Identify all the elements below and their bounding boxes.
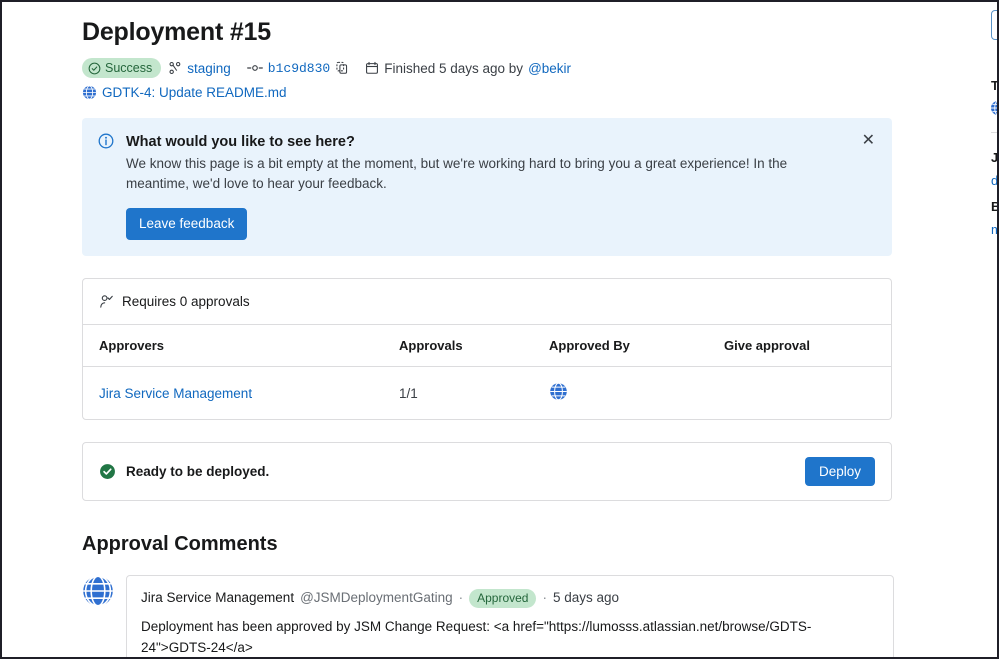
copy-icon[interactable] (335, 61, 349, 75)
status-badge: Approved (469, 589, 536, 608)
column-approvers: Approvers (83, 325, 383, 367)
commit-icon (247, 61, 263, 75)
page-title: Deployment #15 (82, 16, 894, 48)
table-header-row: Approvers Approvals Approved By Give app… (83, 325, 891, 367)
approver-link[interactable]: Jira Service Management (99, 386, 252, 401)
check-circle-icon (88, 62, 101, 75)
finished-item: Finished 5 days ago by @bekir (365, 61, 571, 76)
close-icon[interactable]: ✕ (859, 130, 878, 152)
deploy-button[interactable]: Deploy (805, 457, 875, 486)
status-badge: Success (82, 58, 161, 78)
approvals-card-header: Requires 0 approvals (83, 279, 891, 325)
commit-sha-link[interactable]: b1c9d830 (268, 61, 330, 76)
check-circle-filled-icon (99, 463, 116, 480)
cell-give-approval (708, 367, 891, 420)
info-circle-icon (98, 133, 114, 149)
comment-timestamp: 5 days ago (553, 588, 619, 608)
approvals-requirement-text: Requires 0 approvals (122, 294, 250, 309)
branch-link[interactable]: staging (187, 61, 231, 76)
comment-handle: @JSMDeploymentGating (300, 588, 453, 608)
comment-body: Deployment has been approved by JSM Chan… (141, 616, 879, 658)
user-check-icon (99, 294, 114, 309)
comment-separator-1: · (459, 588, 464, 608)
commit-item[interactable]: b1c9d830 (247, 61, 349, 76)
globe-avatar-icon (549, 382, 568, 401)
column-give-approval: Give approval (708, 325, 891, 367)
feedback-banner: What would you like to see here? We know… (82, 118, 892, 256)
finished-text: Finished 5 days ago by (384, 61, 523, 76)
issue-item[interactable]: GDTK-4: Update README.md (82, 85, 287, 100)
comment-item: Jira Service Management @JSMDeploymentGa… (82, 575, 894, 659)
branch-icon (168, 61, 182, 75)
cell-approver: Jira Service Management (83, 367, 383, 420)
comment-separator-2: · (542, 588, 547, 608)
issue-link[interactable]: GDTK-4: Update README.md (102, 85, 287, 100)
calendar-icon (365, 61, 379, 75)
comment-box: Jira Service Management @JSMDeploymentGa… (126, 575, 894, 659)
comment-header: Jira Service Management @JSMDeploymentGa… (141, 588, 879, 608)
column-approvals: Approvals (383, 325, 533, 367)
finished-user-link[interactable]: @bekir (528, 61, 571, 76)
banner-title: What would you like to see here? (126, 132, 876, 152)
approvals-table: Approvers Approvals Approved By Give app… (83, 325, 891, 419)
globe-avatar-icon (82, 85, 97, 100)
table-row: Jira Service Management 1/1 (83, 367, 891, 420)
comment-author: Jira Service Management (141, 588, 294, 608)
deploy-card: Ready to be deployed. Deploy (82, 442, 892, 501)
deploy-status: Ready to be deployed. (99, 463, 269, 480)
deployment-meta-row: Success staging b1c9d830 (82, 58, 894, 78)
avatar (82, 575, 114, 607)
approval-comments-title: Approval Comments (82, 531, 894, 557)
right-sidebar: T J d B m (962, 2, 999, 659)
leave-feedback-button[interactable]: Leave feedback (126, 208, 247, 240)
main-content: Deployment #15 Success staging b1c9d830 (82, 2, 894, 659)
banner-body: We know this page is a bit empty at the … (126, 154, 846, 194)
branch-item[interactable]: staging (168, 61, 231, 76)
approvals-card: Requires 0 approvals Approvers Approvals… (82, 278, 892, 420)
deployment-page: Deployment #15 Success staging b1c9d830 (0, 0, 999, 659)
cell-approved-by (533, 367, 708, 420)
deploy-status-text: Ready to be deployed. (126, 464, 269, 479)
column-approved-by: Approved By (533, 325, 708, 367)
cell-approvals-count: 1/1 (383, 367, 533, 420)
issue-meta-row: GDTK-4: Update README.md (82, 85, 894, 100)
status-badge-label: Success (105, 60, 152, 76)
